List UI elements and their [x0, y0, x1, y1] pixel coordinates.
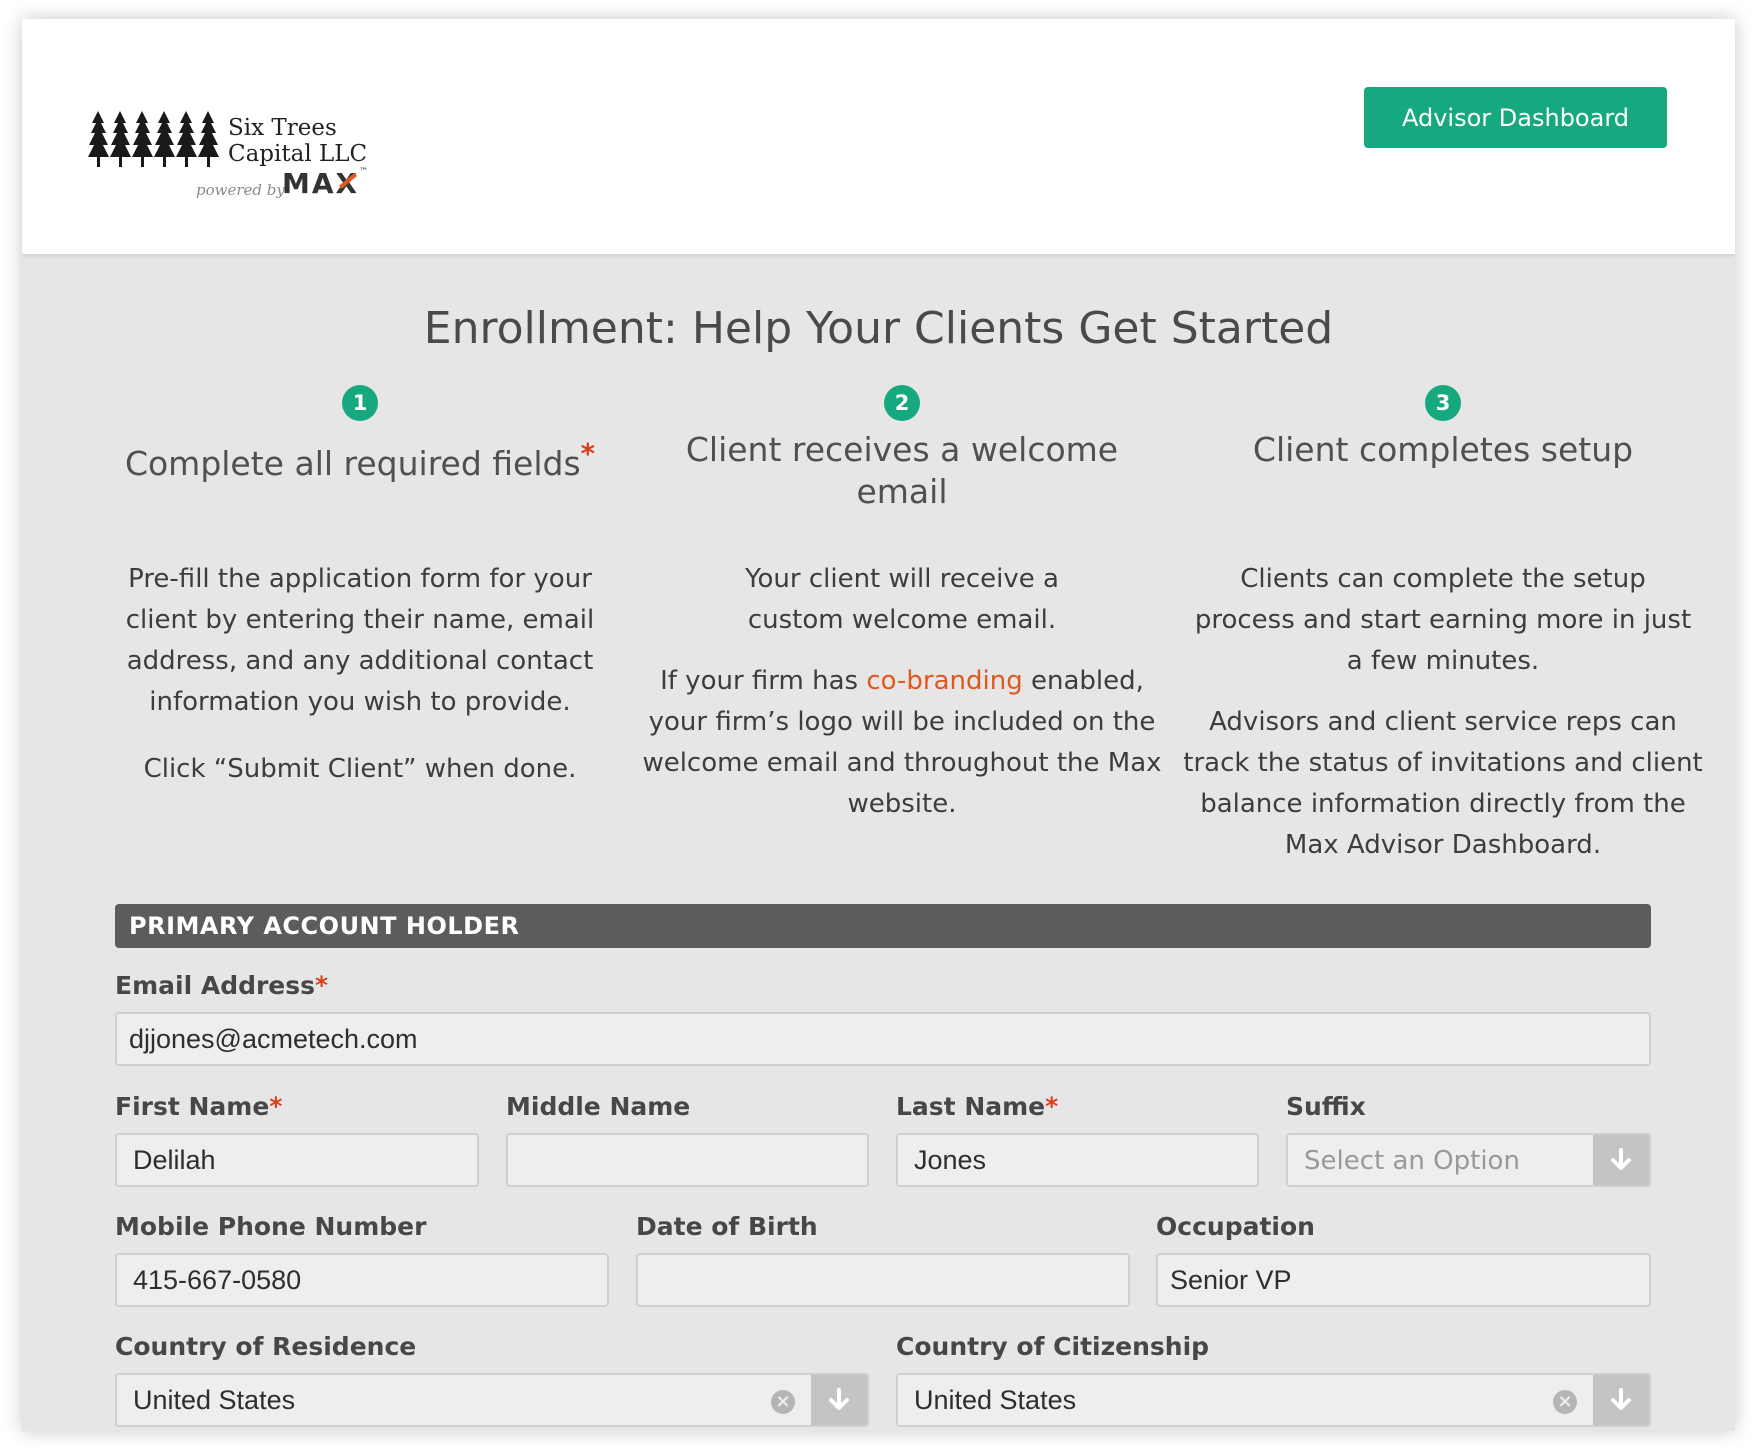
app-frame: Six Trees Capital LLC powered by MAX™ Ad… [22, 19, 1735, 1431]
occupation-input[interactable]: Senior VP [1156, 1253, 1651, 1307]
suffix-select[interactable]: Select an Option [1286, 1133, 1651, 1187]
suffix-label: Suffix [1286, 1092, 1366, 1121]
date-of-birth-input[interactable] [636, 1253, 1130, 1307]
step-2-text: Your client will receive a custom welcom… [745, 564, 1059, 635]
country-citizenship-value: United States [914, 1385, 1077, 1415]
down-arrow-icon[interactable] [1593, 1135, 1649, 1185]
required-asterisk: * [315, 971, 329, 1000]
down-arrow-icon[interactable] [1593, 1375, 1649, 1425]
step-2-title: Client receives a welcome email [685, 430, 1119, 511]
required-asterisk: * [580, 438, 596, 470]
last-name-label: Last Name* [896, 1092, 1059, 1121]
step-2-text-2: If your firm has co-branding enabled, yo… [642, 666, 1162, 819]
last-name-input[interactable]: Jones [896, 1133, 1259, 1187]
co-branding-link[interactable]: co-branding [866, 666, 1022, 696]
step-3-text: Clients can complete the setup process a… [1194, 564, 1692, 676]
step-1-title: Complete all required fields* [124, 438, 596, 483]
primary-account-holder-header: PRIMARY ACCOUNT HOLDER [115, 904, 1651, 948]
step-1: 1 Complete all required fields* [100, 385, 620, 485]
email-label: Email Address* [115, 971, 329, 1000]
country-citizenship-select[interactable]: United States × [896, 1373, 1651, 1427]
mobile-phone-label: Mobile Phone Number [115, 1212, 427, 1241]
country-residence-select[interactable]: United States × [115, 1373, 869, 1427]
country-residence-value: United States [133, 1385, 296, 1415]
middle-name-label: Middle Name [506, 1092, 691, 1121]
top-header: Six Trees Capital LLC powered by MAX™ Ad… [22, 19, 1735, 255]
first-name-input[interactable]: Delilah [115, 1133, 479, 1187]
advisor-dashboard-button[interactable]: Advisor Dashboard [1364, 87, 1667, 148]
country-citizenship-label: Country of Citizenship [896, 1332, 1210, 1361]
step-2: 2 Client receives a welcome email [642, 385, 1162, 513]
step-2-body: Your client will receive a custom welcom… [642, 559, 1162, 851]
firm-name-line1: Six Trees [228, 115, 337, 141]
clear-x-icon[interactable]: × [1553, 1390, 1577, 1414]
step-1-text-2: Click “Submit Client” when done. [143, 754, 577, 784]
email-input[interactable]: djjones@acmetech.com [115, 1012, 1651, 1066]
first-name-label: First Name* [115, 1092, 283, 1121]
step-1-text: Pre-fill the application form for your c… [125, 564, 595, 717]
middle-name-input[interactable] [506, 1133, 869, 1187]
step-3-number-badge: 3 [1425, 385, 1461, 421]
clear-x-icon[interactable]: × [771, 1390, 795, 1414]
step-3-title: Client completes setup [1252, 430, 1634, 469]
page-title: Enrollment: Help Your Clients Get Starte… [423, 303, 1334, 354]
required-asterisk: * [269, 1092, 283, 1121]
powered-by-text: powered by [196, 181, 285, 199]
mobile-phone-input[interactable]: 415-667-0580 [115, 1253, 609, 1307]
occupation-label: Occupation [1156, 1212, 1315, 1241]
suffix-placeholder: Select an Option [1304, 1146, 1520, 1176]
firm-name: Six Trees Capital LLC [228, 115, 428, 167]
down-arrow-icon[interactable] [811, 1375, 867, 1425]
required-asterisk: * [1045, 1092, 1059, 1121]
firm-logo[interactable]: Six Trees Capital LLC powered by MAX™ [88, 91, 398, 201]
step-3: 3 Client completes setup [1183, 385, 1703, 471]
pine-trees-logo-icon [88, 111, 219, 167]
step-2-number-badge: 2 [884, 385, 920, 421]
step-1-body: Pre-fill the application form for your c… [100, 559, 620, 816]
step-1-number-badge: 1 [342, 385, 378, 421]
max-brand-logo: MAX™ [282, 167, 369, 200]
step-3-text-2: Advisors and client service reps can tra… [1183, 707, 1703, 860]
step-3-body: Clients can complete the setup process a… [1183, 559, 1703, 892]
date-of-birth-label: Date of Birth [636, 1212, 818, 1241]
firm-name-line2: Capital LLC [228, 141, 368, 167]
country-residence-label: Country of Residence [115, 1332, 417, 1361]
